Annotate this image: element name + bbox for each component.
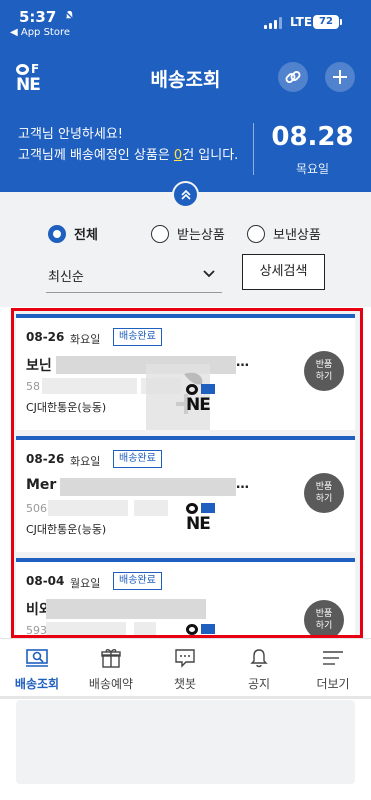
expected-count[interactable]: 0: [174, 148, 182, 163]
bottom-tab-bar: 배송조회 배송예약 챗봇 공지 더보기: [0, 638, 371, 697]
greeting-panel: 고객님 안녕하세요! 고객님께 배송예정인 상품은 0건 입니다. 08.28 …: [0, 106, 371, 192]
tab-delivery-lookup[interactable]: 배송조회: [0, 639, 74, 697]
battery-indicator: 72: [313, 15, 342, 29]
tab-more[interactable]: 더보기: [296, 639, 370, 697]
link-icon: [285, 71, 301, 83]
app-header: F NE 배송조회: [0, 48, 371, 106]
status-bar: 5:37 ◀ App Store LTE 72: [0, 0, 371, 48]
filter-panel: 전체 받는상품 보낸상품 최신순 상세검색: [0, 192, 371, 307]
detail-search-button[interactable]: 상세검색: [242, 254, 325, 290]
today-weekday: 목요일: [295, 162, 330, 176]
plus-icon: [333, 70, 347, 84]
filter-sent[interactable]: 보낸상품: [247, 224, 321, 243]
radio-icon: [247, 224, 265, 243]
menu-icon: [323, 651, 343, 665]
tab-delivery-reservation[interactable]: 배송예약: [74, 639, 148, 697]
collapse-button[interactable]: [172, 181, 199, 208]
greeting-hello: 고객님 안녕하세요!: [18, 127, 124, 142]
gift-icon: [101, 649, 121, 668]
filter-received[interactable]: 받는상품: [151, 224, 225, 243]
add-button[interactable]: [325, 62, 355, 92]
signal-icon: [264, 17, 286, 29]
chevron-up-icon: [180, 189, 191, 200]
tab-chatbot[interactable]: 챗봇: [148, 639, 222, 697]
bottom-area: [0, 699, 371, 800]
today-date: 08.28: [271, 122, 354, 152]
network-type: LTE: [290, 15, 313, 29]
tab-notice[interactable]: 공지: [222, 639, 296, 697]
radio-icon: [151, 224, 169, 243]
search-box-icon: [26, 649, 48, 667]
highlight-box: [11, 308, 363, 638]
sort-select[interactable]: 최신순: [46, 258, 222, 293]
chat-icon: [175, 649, 195, 668]
filter-all[interactable]: 전체: [48, 224, 98, 243]
radio-selected-icon: [48, 224, 66, 243]
chevron-down-icon: [203, 270, 215, 278]
greeting-message: 고객님께 배송예정인 상품은 0건 입니다.: [18, 148, 239, 163]
page-title: 배송조회: [150, 69, 221, 91]
bell-muted-icon: [64, 10, 75, 24]
status-time: 5:37: [19, 8, 57, 26]
link-button[interactable]: [278, 62, 308, 92]
back-to-app-store-link[interactable]: ◀ App Store: [10, 27, 70, 38]
bell-icon: [250, 649, 268, 668]
banner-placeholder[interactable]: [16, 700, 355, 784]
